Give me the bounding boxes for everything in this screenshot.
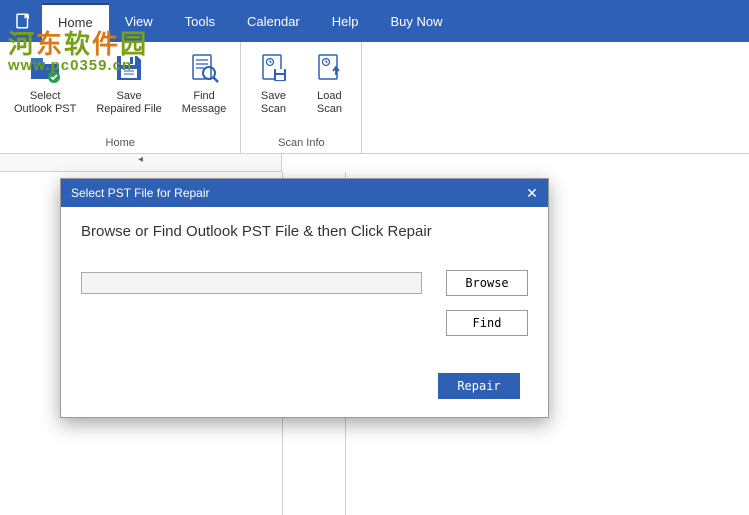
menu-home[interactable]: Home — [42, 3, 109, 42]
menu-view[interactable]: View — [109, 2, 169, 41]
ribbon-label: Save Repaired File — [96, 90, 161, 116]
group-label-home: Home — [10, 135, 230, 151]
dialog-close-button[interactable]: ✕ — [516, 179, 548, 207]
file-menu-icon[interactable] — [8, 8, 38, 34]
select-outlook-pst-button[interactable]: Select Outlook PST — [10, 48, 80, 118]
magnify-doc-icon — [186, 50, 222, 86]
menubar: Home View Tools Calendar Help Buy Now — [0, 0, 749, 42]
ribbon-label: Load Scan — [317, 90, 342, 116]
ribbon-label: Find Message — [182, 90, 227, 116]
ribbon-group-home: Select Outlook PST Save Repaired File Fi… — [0, 42, 241, 153]
folder-check-icon — [27, 50, 63, 86]
select-pst-dialog: Select PST File for Repair ✕ Browse or F… — [60, 178, 549, 418]
save-repaired-file-button[interactable]: Save Repaired File — [92, 48, 165, 118]
panel-collapse-handle[interactable]: ◂ — [0, 154, 282, 172]
repair-button[interactable]: Repair — [438, 373, 520, 399]
floppy-save-icon — [111, 50, 147, 86]
browse-button[interactable]: Browse — [446, 270, 528, 296]
dialog-titlebar: Select PST File for Repair ✕ — [61, 179, 548, 207]
close-icon: ✕ — [526, 185, 538, 202]
dialog-heading: Browse or Find Outlook PST File & then C… — [81, 223, 528, 240]
menu-tools[interactable]: Tools — [169, 2, 231, 41]
page-save-icon — [255, 50, 291, 86]
find-message-button[interactable]: Find Message — [178, 48, 231, 118]
load-scan-button[interactable]: Load Scan — [307, 48, 351, 118]
ribbon: Select Outlook PST Save Repaired File Fi… — [0, 42, 749, 154]
ribbon-group-scan-info: Save Scan Load Scan Scan Info — [241, 42, 362, 153]
menu-calendar[interactable]: Calendar — [231, 2, 316, 41]
group-label-scan: Scan Info — [251, 135, 351, 151]
ribbon-label: Save Scan — [261, 90, 286, 116]
dialog-title-text: Select PST File for Repair — [71, 186, 210, 200]
pst-path-input[interactable] — [81, 272, 422, 294]
find-button[interactable]: Find — [446, 310, 528, 336]
menu-buy-now[interactable]: Buy Now — [375, 2, 459, 41]
menu-help[interactable]: Help — [316, 2, 375, 41]
save-scan-button[interactable]: Save Scan — [251, 48, 295, 118]
ribbon-label: Select Outlook PST — [14, 90, 76, 116]
page-load-icon — [311, 50, 347, 86]
